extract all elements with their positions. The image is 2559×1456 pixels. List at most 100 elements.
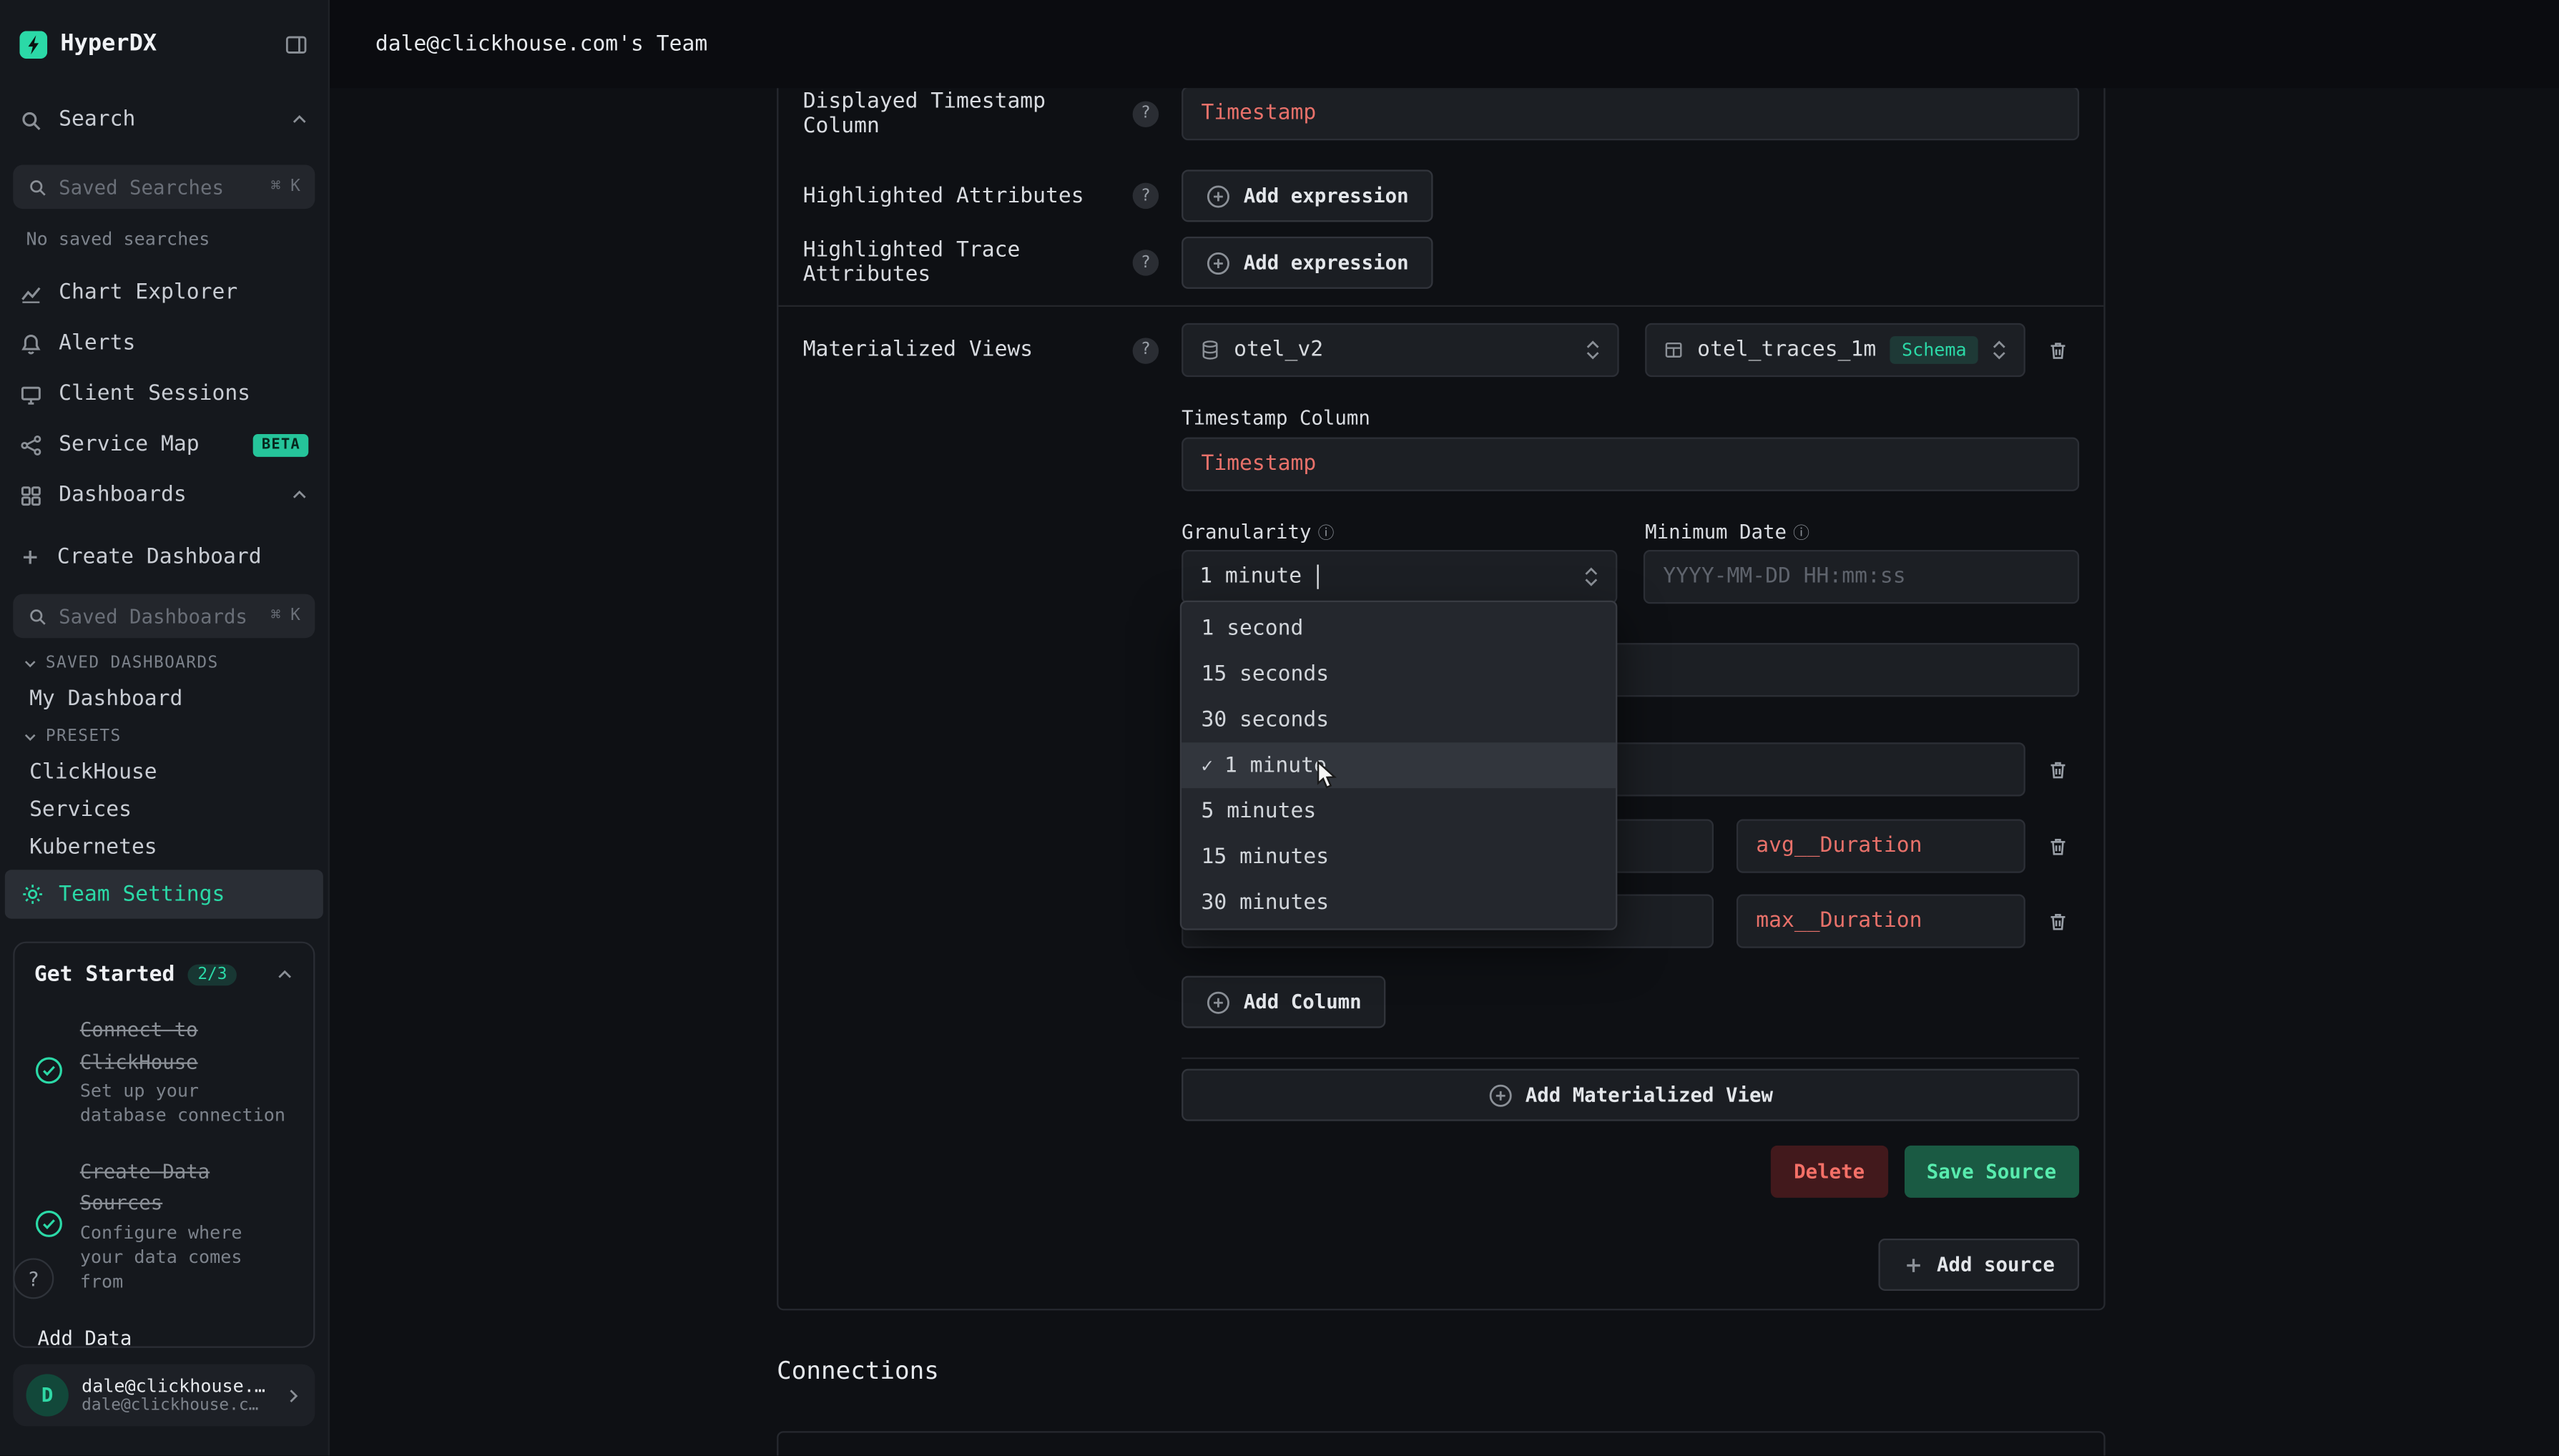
saved-dashboards-input[interactable]: Saved Dashboards ⌘ K [13, 594, 315, 639]
delete-column-trash-icon[interactable] [2037, 825, 2079, 867]
plus-icon [19, 546, 41, 568]
sidebar: HyperDX Search Saved Searches ⌘ K No sav… [0, 0, 330, 1455]
logo-row: HyperDX [0, 0, 328, 88]
save-source-button[interactable]: Save Source [1904, 1146, 2079, 1198]
get-started-step-add-data[interactable]: Add Data Start sending logs, metrics, or… [34, 1319, 294, 1348]
sidebar-item-label: Alerts [59, 331, 308, 355]
sidebar-item-label: Chart Explorer [59, 280, 308, 305]
sidebar-item-dashboards[interactable]: Dashboards [10, 473, 318, 518]
displayed-timestamp-input[interactable] [1182, 88, 2079, 140]
sidebar-item-my-dashboard[interactable]: My Dashboard [10, 681, 318, 718]
step-description: Set up your database connection [80, 1081, 294, 1129]
saved-dashboards-placeholder: Saved Dashboards [59, 604, 260, 627]
help-tooltip-icon[interactable]: ? [1133, 183, 1159, 210]
content-area: Displayed Timestamp Column ? Highlighted… [330, 88, 2559, 1455]
service-map-icon [19, 433, 42, 456]
preset-link-label: Kubernetes [29, 835, 157, 860]
page-title: dale@clickhouse.com's Team [375, 31, 707, 56]
sidebar-item-label: Service Map [59, 433, 237, 457]
search-icon [28, 606, 47, 626]
select-chevrons-icon [1585, 340, 1601, 361]
field-label: Highlighted Trace Attributes [803, 238, 1133, 287]
saved-searches-input[interactable]: Saved Searches ⌘ K [13, 164, 315, 209]
plus-circle-icon [1206, 184, 1230, 208]
database-icon [1199, 340, 1221, 361]
get-started-title: Get Started [34, 963, 175, 987]
page-header: dale@clickhouse.com's Team [330, 0, 2559, 88]
add-column-button[interactable]: Add Column [1182, 976, 1386, 1028]
preset-link-label: ClickHouse [29, 760, 157, 784]
search-icon [19, 109, 42, 132]
sidebar-item-chart-explorer[interactable]: Chart Explorer [10, 271, 318, 315]
dropdown-option[interactable]: 15 seconds [1182, 651, 1616, 697]
mv-timestamp-column-input[interactable] [1182, 438, 2079, 491]
create-dashboard-label: Create Dashboard [57, 545, 308, 569]
connections-panel [777, 1431, 2105, 1455]
user-name: dale@clickhouse.… [82, 1376, 271, 1397]
dropdown-option[interactable]: 1 second [1182, 606, 1616, 651]
shortcut-badge: ⌘ K [271, 607, 300, 625]
sidebar-item-search[interactable]: Search [10, 98, 318, 142]
add-column-label: Add Column [1244, 990, 1362, 1013]
delete-view-trash-icon[interactable] [2037, 329, 2079, 371]
add-expression-button[interactable]: Add expression [1182, 237, 1433, 289]
delete-button[interactable]: Delete [1771, 1146, 1887, 1198]
granularity-label: Granularity ⓘ [1182, 519, 1645, 543]
sidebar-item-clickhouse[interactable]: ClickHouse [10, 754, 318, 791]
add-expression-button[interactable]: Add expression [1182, 169, 1433, 222]
granularity-select[interactable]: 1 minute [1182, 550, 1617, 604]
check-circle-icon [34, 1209, 64, 1239]
help-tooltip-icon[interactable]: ? [1133, 100, 1159, 127]
sidebar-item-services[interactable]: Services [10, 792, 318, 829]
table-select[interactable]: otel_traces_1m Schema [1645, 323, 2025, 377]
sidebar-item-kubernetes[interactable]: Kubernetes [10, 829, 318, 866]
database-select[interactable]: otel_v2 [1182, 323, 1619, 377]
column-alias-input[interactable] [1737, 894, 2025, 948]
form-row-displayed-timestamp: Displayed Timestamp Column ? [803, 88, 2079, 140]
delete-column-trash-icon[interactable] [2037, 900, 2079, 942]
create-dashboard-button[interactable]: Create Dashboard [10, 535, 318, 579]
gear-icon [21, 883, 44, 906]
check-icon: ✓ [1201, 754, 1213, 777]
granularity-value: 1 minute [1199, 565, 1302, 589]
user-email: dale@clickhouse.c… [82, 1397, 271, 1415]
sidebar-item-service-map[interactable]: Service Map BETA [10, 423, 318, 467]
section-presets[interactable]: PRESETS [23, 728, 312, 746]
question-mark-glyph: ? [28, 1267, 40, 1290]
chevron-down-icon [23, 729, 38, 744]
delete-column-trash-icon[interactable] [2037, 748, 2079, 790]
dropdown-option[interactable]: 5 minutes [1182, 788, 1616, 834]
help-button[interactable]: ? [13, 1258, 54, 1299]
dropdown-option[interactable]: 30 minutes [1182, 880, 1616, 925]
get-started-step-sources[interactable]: Create Data Sources Configure where your… [34, 1154, 294, 1295]
minimum-date-input[interactable] [1644, 550, 2079, 604]
sidebar-collapse-icon[interactable] [284, 31, 308, 56]
form-actions: Delete Save Source [1182, 1146, 2079, 1198]
sidebar-item-client-sessions[interactable]: Client Sessions [10, 372, 318, 416]
section-title: SAVED DASHBOARDS [46, 654, 219, 672]
dropdown-option-selected[interactable]: ✓ 1 minute [1182, 742, 1616, 788]
connections-heading: Connections [777, 1356, 2559, 1385]
column-alias-input[interactable] [1737, 820, 2025, 873]
add-materialized-view-button[interactable]: Add Materialized View [1182, 1069, 2079, 1121]
preset-link-label: Services [29, 798, 132, 822]
check-circle-icon [34, 1056, 64, 1085]
schema-badge[interactable]: Schema [1890, 336, 1978, 364]
dropdown-option[interactable]: 15 minutes [1182, 834, 1616, 880]
app-window: HyperDX Search Saved Searches ⌘ K No sav… [0, 0, 2559, 1455]
chevron-up-icon[interactable] [276, 966, 294, 984]
section-divider [778, 305, 2103, 307]
no-saved-searches-text: No saved searches [26, 228, 315, 250]
sidebar-item-team-settings[interactable]: Team Settings [5, 870, 323, 918]
get-started-step-connect[interactable]: Connect to ClickHouse Set up your databa… [34, 1012, 294, 1129]
section-saved-dashboards[interactable]: SAVED DASHBOARDS [23, 654, 312, 672]
add-materialized-view-label: Add Materialized View [1526, 1083, 1773, 1106]
help-tooltip-icon[interactable]: ? [1133, 250, 1159, 276]
user-menu[interactable]: D dale@clickhouse.… dale@clickhouse.c… [13, 1364, 315, 1427]
add-source-button[interactable]: Add source [1878, 1239, 2079, 1291]
dropdown-option[interactable]: 30 seconds [1182, 697, 1616, 742]
grid-icon [19, 484, 42, 507]
bell-icon [19, 332, 42, 355]
help-tooltip-icon[interactable]: ? [1133, 337, 1159, 363]
sidebar-item-alerts[interactable]: Alerts [10, 322, 318, 366]
